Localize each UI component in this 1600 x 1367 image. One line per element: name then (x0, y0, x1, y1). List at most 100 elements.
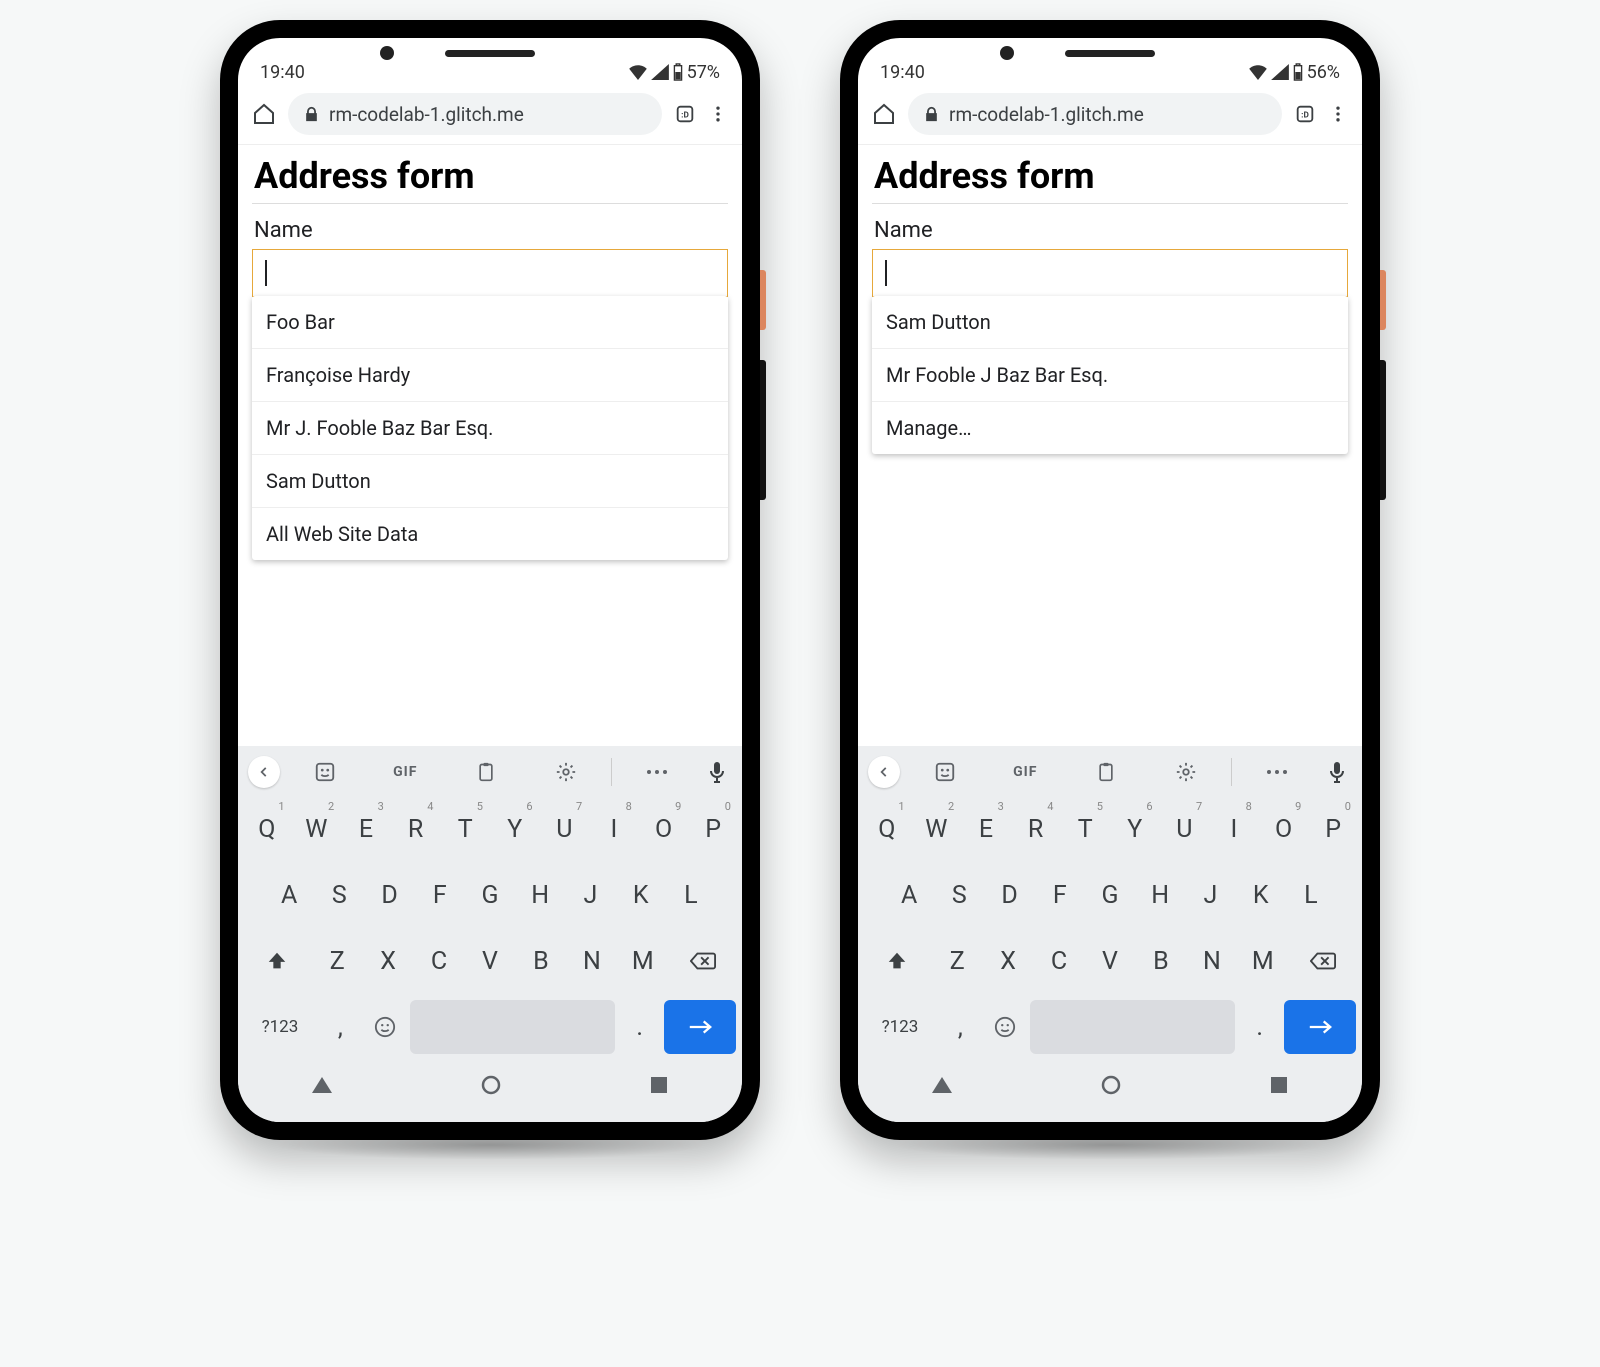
key-j[interactable]: J (1189, 868, 1231, 922)
autofill-option[interactable]: Françoise Hardy (252, 348, 728, 401)
emoji-key[interactable] (985, 1000, 1026, 1054)
key-u[interactable]: U7 (1162, 802, 1208, 856)
key-t[interactable]: T5 (1062, 802, 1108, 856)
home-icon[interactable] (252, 102, 276, 126)
comma-key[interactable]: , (320, 1000, 361, 1054)
more-icon[interactable] (622, 768, 692, 776)
key-a[interactable]: A (268, 868, 310, 922)
more-icon[interactable] (1242, 768, 1312, 776)
key-d[interactable]: D (368, 868, 410, 922)
key-n[interactable]: N (1188, 934, 1235, 988)
period-key[interactable]: . (619, 1000, 660, 1054)
shift-key[interactable] (244, 934, 310, 988)
kb-collapse-button[interactable] (248, 756, 280, 788)
autofill-option[interactable]: All Web Site Data (252, 507, 728, 560)
autofill-option[interactable]: Manage… (872, 401, 1348, 454)
enter-key[interactable] (664, 1000, 736, 1054)
tab-switcher-icon[interactable]: :D (674, 103, 696, 125)
key-s[interactable]: S (318, 868, 360, 922)
autofill-option[interactable]: Sam Dutton (252, 454, 728, 507)
symbols-key[interactable]: ?123 (864, 1000, 936, 1054)
key-h[interactable]: H (1139, 868, 1181, 922)
key-o[interactable]: O9 (1261, 802, 1307, 856)
key-m[interactable]: M (619, 934, 666, 988)
mic-icon[interactable] (702, 761, 732, 783)
key-b[interactable]: B (1137, 934, 1184, 988)
key-a[interactable]: A (888, 868, 930, 922)
shift-key[interactable] (864, 934, 930, 988)
key-z[interactable]: Z (314, 934, 361, 988)
nav-back-icon[interactable] (312, 1077, 332, 1097)
key-s[interactable]: S (938, 868, 980, 922)
key-e[interactable]: E3 (343, 802, 389, 856)
key-q[interactable]: Q1 (864, 802, 910, 856)
key-z[interactable]: Z (934, 934, 981, 988)
nav-recent-icon[interactable] (650, 1076, 668, 1098)
nav-recent-icon[interactable] (1270, 1076, 1288, 1098)
key-i[interactable]: I8 (1211, 802, 1257, 856)
autofill-option[interactable]: Mr Fooble J Baz Bar Esq. (872, 348, 1348, 401)
key-t[interactable]: T5 (442, 802, 488, 856)
key-w[interactable]: W2 (914, 802, 960, 856)
key-y[interactable]: Y6 (1112, 802, 1158, 856)
sticker-icon[interactable] (290, 761, 360, 783)
url-field[interactable]: rm-codelab-1.glitch.me (908, 93, 1282, 135)
menu-icon[interactable] (708, 104, 728, 124)
key-o[interactable]: O9 (641, 802, 687, 856)
gif-button[interactable]: GIF (370, 764, 440, 780)
period-key[interactable]: . (1239, 1000, 1280, 1054)
kb-collapse-button[interactable] (868, 756, 900, 788)
clipboard-icon[interactable] (450, 761, 520, 783)
key-h[interactable]: H (519, 868, 561, 922)
key-l[interactable]: L (1290, 868, 1332, 922)
key-x[interactable]: X (985, 934, 1032, 988)
symbols-key[interactable]: ?123 (244, 1000, 316, 1054)
key-b[interactable]: B (517, 934, 564, 988)
home-icon[interactable] (872, 102, 896, 126)
key-u[interactable]: U7 (542, 802, 588, 856)
settings-icon[interactable] (531, 761, 601, 783)
autofill-option[interactable]: Mr J. Fooble Baz Bar Esq. (252, 401, 728, 454)
key-f[interactable]: F (419, 868, 461, 922)
key-p[interactable]: P0 (690, 802, 736, 856)
backspace-key[interactable] (1290, 934, 1356, 988)
autofill-option[interactable]: Foo Bar (252, 296, 728, 348)
sticker-icon[interactable] (910, 761, 980, 783)
key-k[interactable]: K (620, 868, 662, 922)
name-input[interactable] (252, 249, 728, 297)
key-v[interactable]: V (467, 934, 514, 988)
key-x[interactable]: X (365, 934, 412, 988)
key-c[interactable]: C (416, 934, 463, 988)
menu-icon[interactable] (1328, 104, 1348, 124)
key-w[interactable]: W2 (294, 802, 340, 856)
key-r[interactable]: R4 (1013, 802, 1059, 856)
key-e[interactable]: E3 (963, 802, 1009, 856)
settings-icon[interactable] (1151, 761, 1221, 783)
key-p[interactable]: P0 (1310, 802, 1356, 856)
key-g[interactable]: G (1089, 868, 1131, 922)
tab-switcher-icon[interactable]: :D (1294, 103, 1316, 125)
key-k[interactable]: K (1240, 868, 1282, 922)
key-y[interactable]: Y6 (492, 802, 538, 856)
name-input[interactable] (872, 249, 1348, 297)
nav-home-icon[interactable] (1101, 1075, 1121, 1099)
key-r[interactable]: R4 (393, 802, 439, 856)
key-n[interactable]: N (568, 934, 615, 988)
backspace-key[interactable] (670, 934, 736, 988)
comma-key[interactable]: , (940, 1000, 981, 1054)
gif-button[interactable]: GIF (990, 764, 1060, 780)
autofill-option[interactable]: Sam Dutton (872, 296, 1348, 348)
key-g[interactable]: G (469, 868, 511, 922)
key-c[interactable]: C (1036, 934, 1083, 988)
nav-back-icon[interactable] (932, 1077, 952, 1097)
key-l[interactable]: L (670, 868, 712, 922)
key-f[interactable]: F (1039, 868, 1081, 922)
key-m[interactable]: M (1239, 934, 1286, 988)
key-q[interactable]: Q1 (244, 802, 290, 856)
mic-icon[interactable] (1322, 761, 1352, 783)
emoji-key[interactable] (365, 1000, 406, 1054)
url-field[interactable]: rm-codelab-1.glitch.me (288, 93, 662, 135)
enter-key[interactable] (1284, 1000, 1356, 1054)
nav-home-icon[interactable] (481, 1075, 501, 1099)
key-i[interactable]: I8 (591, 802, 637, 856)
